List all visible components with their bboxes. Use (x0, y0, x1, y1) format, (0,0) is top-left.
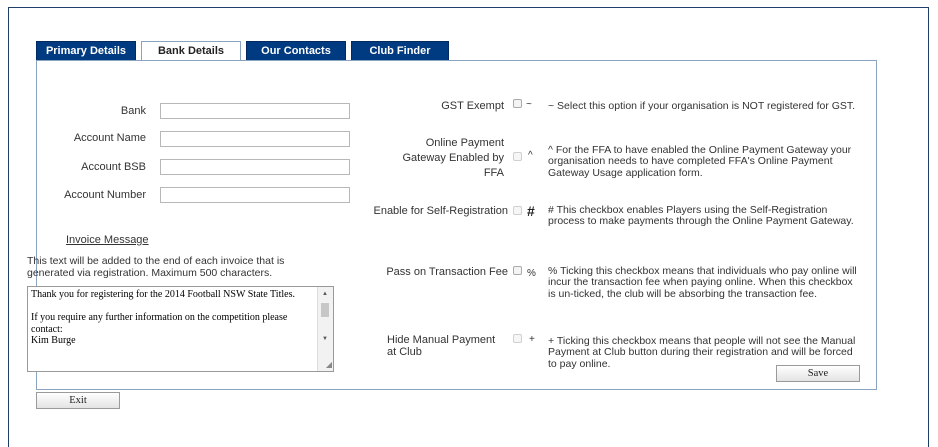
account-name-input[interactable] (160, 131, 350, 147)
save-button[interactable]: Save (776, 365, 860, 382)
online-payment-gateway-symbol: ^ (528, 150, 533, 161)
account-number-input[interactable] (160, 187, 350, 203)
gst-exempt-label: GST Exempt (441, 100, 504, 112)
tab-club-finder[interactable]: Club Finder (351, 41, 449, 61)
self-registration-label: Enable for Self-Registration (373, 205, 508, 217)
invoice-message-text: Thank you for registering for the 2014 F… (31, 289, 295, 346)
hide-manual-payment-checkbox[interactable] (513, 334, 522, 343)
resize-grip-icon[interactable]: ◢ (326, 359, 332, 371)
online-payment-gateway-label: Online Payment Gateway Enabled by FFA (402, 137, 504, 179)
scroll-up-arrow-icon[interactable]: ▲ (322, 289, 328, 301)
bank-input[interactable] (160, 103, 350, 119)
self-registration-symbol: # (527, 203, 535, 219)
bank-label: Bank (120, 105, 146, 117)
self-registration-description: # This checkbox enables Players using th… (548, 204, 854, 228)
online-payment-gateway-checkbox[interactable] (513, 152, 522, 161)
gst-exempt-symbol: ~ (526, 99, 532, 110)
transaction-fee-symbol: % (527, 268, 536, 279)
hide-manual-payment-label: Hide Manual Payment at Club (387, 334, 496, 358)
invoice-help-text: This text will be added to the end of ea… (27, 255, 285, 279)
invoice-message-textarea[interactable]: Thank you for registering for the 2014 F… (27, 286, 334, 372)
account-bsb-input[interactable] (160, 159, 350, 175)
online-payment-gateway-description: ^ For the FFA to have enabled the Online… (548, 144, 852, 179)
scrollbar-thumb[interactable] (321, 303, 329, 317)
transaction-fee-label: Pass on Transaction Fee (386, 266, 508, 278)
account-number-label-text: Account Number (64, 189, 146, 201)
hide-manual-payment-symbol: + (529, 334, 535, 345)
gst-exempt-description: ~ Select this option if your organisatio… (548, 100, 856, 112)
tab-bank-details[interactable]: Bank Details (141, 41, 241, 62)
account-name-label: Account Name (73, 132, 146, 144)
transaction-fee-checkbox[interactable] (513, 266, 522, 275)
self-registration-checkbox[interactable] (513, 206, 522, 215)
scroll-down-arrow-icon[interactable]: ▼ (322, 334, 328, 346)
invoice-message-link[interactable]: Invoice Message (66, 234, 149, 246)
account-bsb-label: Account BSB (81, 161, 146, 173)
gst-exempt-checkbox[interactable] (513, 99, 522, 108)
tab-our-contacts[interactable]: Our Contacts (246, 41, 346, 61)
transaction-fee-description: % Ticking this checkbox means that indiv… (548, 265, 857, 300)
exit-button[interactable]: Exit (36, 392, 120, 409)
tab-primary-details[interactable]: Primary Details (36, 41, 136, 61)
